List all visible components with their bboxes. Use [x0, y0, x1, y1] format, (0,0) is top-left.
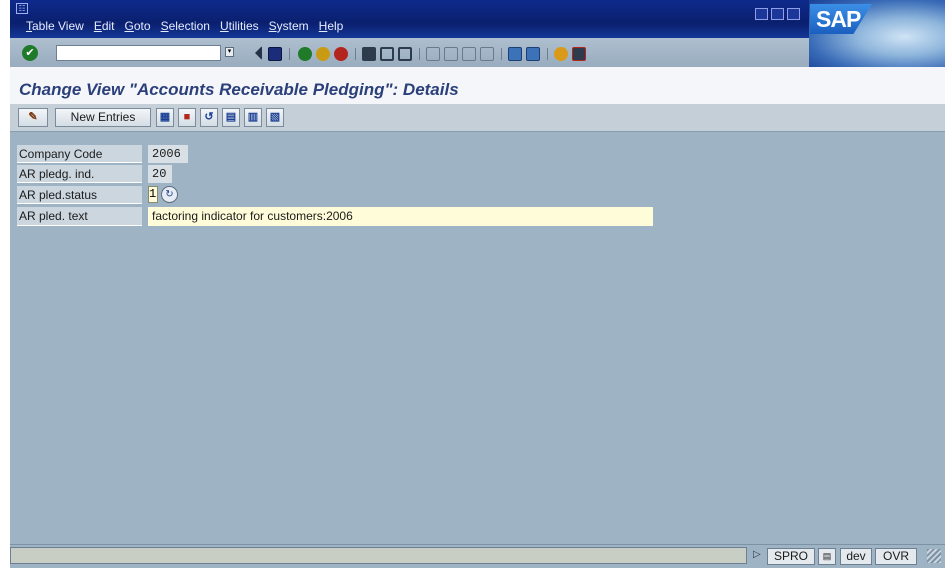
pledging-status-label: AR pled.status — [17, 186, 142, 204]
menu-table-view[interactable]: Table View — [26, 19, 84, 33]
create-session-icon[interactable] — [508, 47, 522, 61]
undo-change-icon[interactable]: ↺ — [200, 108, 218, 127]
command-field[interactable] — [56, 45, 221, 61]
print-icon[interactable] — [362, 47, 376, 61]
company-code-value: 2006 — [148, 145, 188, 163]
value-help-icon[interactable]: ↻ — [161, 186, 178, 203]
command-history-button[interactable]: ▾ — [225, 47, 234, 57]
find-icon[interactable] — [380, 47, 394, 61]
previous-entry-icon[interactable]: ▤ — [222, 108, 240, 127]
separator — [355, 48, 356, 60]
status-bar: ▷ SPRO ▤ dev OVR — [10, 544, 945, 568]
insert-mode[interactable]: OVR — [875, 548, 917, 565]
separator — [547, 48, 548, 60]
system-name: dev — [840, 548, 872, 565]
delete-icon[interactable]: ■ — [178, 108, 196, 127]
save-icon[interactable] — [268, 47, 282, 61]
display-change-icon[interactable]: ✎ — [18, 108, 48, 127]
resize-grip[interactable] — [927, 549, 941, 563]
system-menu-icon[interactable]: ☷ — [16, 3, 28, 14]
minimize-button[interactable] — [755, 8, 768, 20]
menu-selection[interactable]: Selection — [161, 19, 210, 33]
help-icon[interactable] — [554, 47, 568, 61]
separator — [289, 48, 290, 60]
pledging-status-input[interactable]: 1 — [148, 186, 158, 203]
cancel-icon[interactable] — [334, 47, 348, 61]
separator — [501, 48, 502, 60]
pledging-text-label: AR pled. text — [17, 207, 142, 226]
pledging-text-input[interactable]: factoring indicator for customers:2006 — [148, 207, 653, 226]
company-code-label: Company Code — [17, 145, 142, 163]
application-toolbar: ✎ New Entries ▦ ■ ↺ ▤ ▥ ▧ — [10, 104, 945, 132]
sap-window: ☷ Table View Edit Goto Selection Utiliti… — [10, 0, 945, 568]
last-page-icon[interactable] — [480, 47, 494, 61]
menu-list: Table View Edit Goto Selection Utilities… — [26, 19, 343, 33]
shortcut-icon[interactable] — [526, 47, 540, 61]
menu-utilities[interactable]: Utilities — [220, 19, 259, 33]
standard-toolbar: ✔ ▾ — [10, 38, 809, 68]
back-arrow-icon[interactable] — [248, 46, 262, 60]
page-title: Change View "Accounts Receivable Pledgin… — [19, 80, 459, 99]
menu-edit[interactable]: Edit — [94, 19, 115, 33]
menu-help[interactable]: Help — [319, 19, 344, 33]
menu-system[interactable]: System — [269, 19, 309, 33]
session-info-icon[interactable]: ▤ — [818, 548, 836, 565]
window-controls — [755, 8, 800, 20]
first-page-icon[interactable] — [426, 47, 440, 61]
next-entry-icon[interactable]: ▥ — [244, 108, 262, 127]
find-next-icon[interactable] — [398, 47, 412, 61]
exit-icon[interactable] — [316, 47, 330, 61]
status-expand-icon[interactable]: ▷ — [753, 549, 761, 560]
select-all-icon[interactable]: ▧ — [266, 108, 284, 127]
status-message-area — [10, 547, 747, 564]
maximize-button[interactable] — [771, 8, 784, 20]
enter-icon[interactable]: ✔ — [22, 45, 38, 61]
menu-goto[interactable]: Goto — [125, 19, 151, 33]
separator — [419, 48, 420, 60]
next-page-icon[interactable] — [462, 47, 476, 61]
copy-as-icon[interactable]: ▦ — [156, 108, 174, 127]
menu-bar: ☷ Table View Edit Goto Selection Utiliti… — [10, 0, 945, 38]
back-icon[interactable] — [298, 47, 312, 61]
pledging-indicator-value: 20 — [148, 165, 172, 183]
title-bar: Change View "Accounts Receivable Pledgin… — [10, 67, 945, 105]
new-entries-button[interactable]: New Entries — [55, 108, 151, 127]
transaction-code: SPRO — [767, 548, 815, 565]
pledging-indicator-label: AR pledg. ind. — [17, 165, 142, 183]
layout-menu-icon[interactable] — [572, 47, 586, 61]
close-window-button[interactable] — [787, 8, 800, 20]
previous-page-icon[interactable] — [444, 47, 458, 61]
